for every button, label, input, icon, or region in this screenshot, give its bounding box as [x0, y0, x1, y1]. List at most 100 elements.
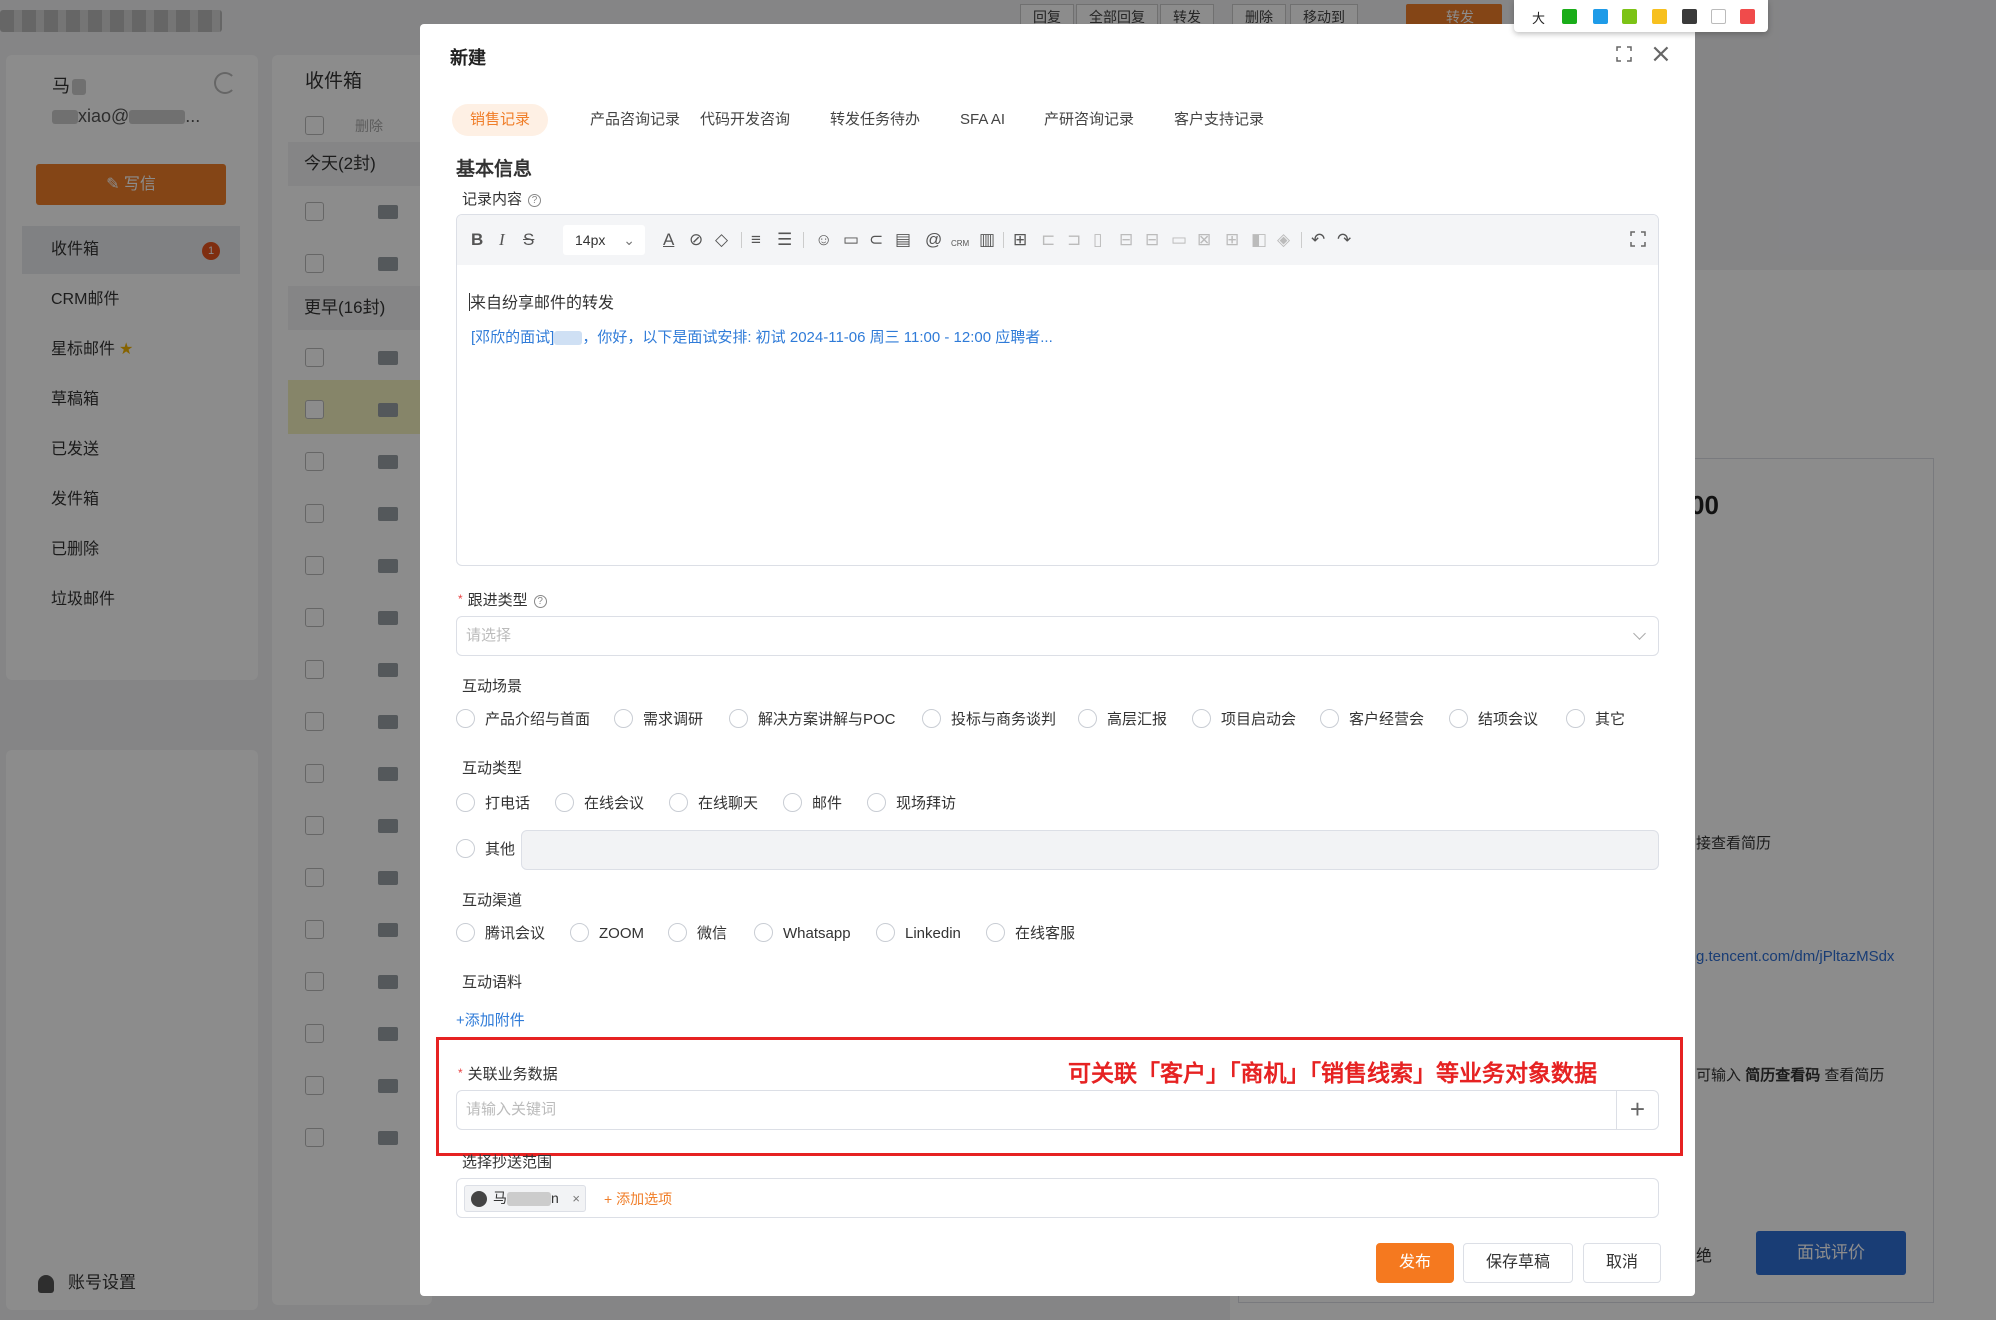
bold-icon[interactable]: B	[471, 231, 483, 249]
related-data-label: * 关联业务数据	[458, 1066, 558, 1083]
image-icon[interactable]: ▭	[843, 231, 859, 249]
table-insert-col-right-icon[interactable]: ⊐	[1067, 231, 1081, 249]
cancel-button[interactable]: 取消	[1583, 1243, 1661, 1283]
add-option-link[interactable]: + 添加选项	[604, 1189, 672, 1209]
interaction-type-option-label: 在线聊天	[698, 795, 759, 812]
scene-option[interactable]: 项目启动会	[1192, 709, 1296, 731]
interaction-type-option[interactable]: 邮件	[783, 793, 842, 815]
channel-option[interactable]: ZOOM	[570, 923, 644, 945]
interaction-type-option[interactable]: 现场拜访	[867, 793, 956, 815]
scene-option-label: 结项会议	[1478, 711, 1539, 728]
italic-icon[interactable]: I	[499, 231, 505, 249]
channel-option[interactable]: Whatsapp	[754, 923, 851, 945]
embed-icon[interactable]: ▤	[895, 231, 911, 249]
other-input[interactable]	[521, 830, 1659, 870]
remove-chip-icon[interactable]: ×	[572, 1186, 580, 1211]
strikethrough-icon[interactable]: S	[523, 231, 534, 249]
mention-icon[interactable]: @	[925, 231, 942, 249]
forwarded-mail-link[interactable]: [邓欣的面试] ，你好，以下是面试安排: 初试 2024-11-06 周三 11:…	[471, 326, 1053, 347]
table-insert-row-below-icon[interactable]: ⊟	[1145, 231, 1159, 249]
editor-toolbar: B I S 14px ⌄ A ⊘ ◇ ≡ ☰ ☺ ▭ ⊂ ▤ @ CRM ▥ ⊞ …	[457, 215, 1658, 265]
font-size-large-label[interactable]: 大	[1532, 8, 1545, 27]
fullscreen-icon[interactable]	[1616, 46, 1632, 62]
channel-option[interactable]: Linkedin	[876, 923, 961, 945]
eraser-icon[interactable]: ◇	[715, 231, 728, 249]
interaction-type-option[interactable]: 打电话	[456, 793, 530, 815]
font-size-select[interactable]: 14px ⌄	[563, 225, 645, 255]
tab-code-dev-inquiry[interactable]: 代码开发咨询	[700, 104, 790, 136]
related-data-input[interactable]: 请输入关键词 +	[456, 1090, 1659, 1130]
color-swatch-green[interactable]	[1562, 9, 1577, 24]
channel-option[interactable]: 腾讯会议	[456, 923, 545, 945]
table-delete-col-icon[interactable]: ▯	[1093, 231, 1102, 249]
scene-option[interactable]: 产品介绍与首面	[456, 709, 590, 731]
undo-icon[interactable]: ↶	[1311, 231, 1325, 249]
help-icon[interactable]: ?	[533, 595, 547, 608]
channel-option-label: Whatsapp	[783, 925, 851, 942]
scene-option-label: 客户经营会	[1349, 711, 1425, 728]
scene-option[interactable]: 需求调研	[614, 709, 703, 731]
attachment-icon[interactable]: ⊂	[869, 231, 883, 249]
annotation-text: 可关联「客户」「商机」「销售线索」等业务对象数据	[1068, 1060, 1597, 1086]
editor-fullscreen-icon[interactable]	[1630, 231, 1646, 247]
table-icon[interactable]: ⊞	[1013, 231, 1027, 249]
redo-icon[interactable]: ↷	[1337, 231, 1351, 249]
scene-option-label: 项目启动会	[1221, 711, 1297, 728]
interaction-type-option[interactable]: 在线会议	[555, 793, 644, 815]
follow-type-select[interactable]: 请选择	[456, 616, 1659, 656]
scene-option[interactable]: 高层汇报	[1078, 709, 1167, 731]
cc-chip[interactable]: 马 n ×	[464, 1185, 586, 1212]
numbered-list-icon[interactable]: ☰	[777, 231, 792, 249]
radio-circle	[1192, 709, 1211, 728]
radio-circle	[1566, 709, 1585, 728]
interaction-type-option[interactable]: 在线聊天	[669, 793, 758, 815]
tab-forward-task[interactable]: 转发任务待办	[830, 104, 920, 136]
format-painter-icon[interactable]: ◈	[1277, 231, 1290, 249]
save-draft-button[interactable]: 保存草稿	[1463, 1243, 1573, 1283]
font-color-icon[interactable]: A	[663, 231, 674, 249]
scene-option-label: 解决方案讲解与POC	[758, 711, 896, 728]
chart-icon[interactable]: ▥	[979, 231, 995, 249]
tab-rnd-inquiry[interactable]: 产研咨询记录	[1044, 104, 1134, 136]
scene-option[interactable]: 解决方案讲解与POC	[729, 709, 896, 731]
publish-button[interactable]: 发布	[1376, 1243, 1454, 1283]
scene-option[interactable]: 结项会议	[1449, 709, 1538, 731]
table-delete-row-icon[interactable]: ▭	[1171, 231, 1187, 249]
channel-label: 互动渠道	[462, 892, 523, 909]
interaction-type-label: 互动类型	[462, 760, 523, 777]
close-icon[interactable]: ×	[1650, 41, 1672, 67]
table-insert-col-icon[interactable]: ⊏	[1041, 231, 1055, 249]
radio-circle	[669, 793, 688, 812]
scene-option[interactable]: 其它	[1566, 709, 1625, 731]
color-swatch-lime[interactable]	[1622, 9, 1637, 24]
color-swatch-yellow[interactable]	[1652, 9, 1667, 24]
bullet-list-icon[interactable]: ≡	[751, 231, 761, 249]
link-icon[interactable]: ⊘	[689, 231, 703, 249]
scene-option[interactable]: 投标与商务谈判	[922, 709, 1056, 731]
cc-selector[interactable]: 马 n × + 添加选项	[456, 1178, 1659, 1218]
table-merge-icon[interactable]: ◧	[1251, 231, 1267, 249]
rich-text-editor[interactable]: B I S 14px ⌄ A ⊘ ◇ ≡ ☰ ☺ ▭ ⊂ ▤ @ CRM ▥ ⊞ …	[456, 214, 1659, 566]
add-attachment-link[interactable]: +添加附件	[456, 1009, 525, 1030]
channel-option[interactable]: 微信	[668, 923, 727, 945]
table-header-icon[interactable]: ⊞	[1225, 231, 1239, 249]
radio-other[interactable]: 其他	[456, 839, 515, 861]
color-swatch-blue[interactable]	[1593, 9, 1608, 24]
add-related-button[interactable]: +	[1616, 1091, 1658, 1129]
emoji-icon[interactable]: ☺	[815, 231, 832, 249]
new-record-modal: 新建 × 销售记录 产品咨询记录 代码开发咨询 转发任务待办 SFA AI 产研…	[420, 24, 1695, 1296]
channel-option[interactable]: 在线客服	[986, 923, 1075, 945]
crm-icon[interactable]: CRM	[951, 235, 969, 253]
tab-product-inquiry[interactable]: 产品咨询记录	[590, 104, 680, 136]
tab-customer-support[interactable]: 客户支持记录	[1174, 104, 1264, 136]
table-delete-icon[interactable]: ⊠	[1197, 231, 1211, 249]
radio-circle	[729, 709, 748, 728]
color-swatch-black[interactable]	[1682, 9, 1697, 24]
tab-sfa-ai[interactable]: SFA AI	[960, 104, 1005, 136]
help-icon[interactable]: ?	[528, 194, 542, 207]
scene-option[interactable]: 客户经营会	[1320, 709, 1424, 731]
table-insert-row-icon[interactable]: ⊟	[1119, 231, 1133, 249]
tab-sales-record[interactable]: 销售记录	[452, 104, 549, 136]
color-swatch-white[interactable]	[1711, 9, 1726, 24]
color-swatch-red[interactable]	[1740, 9, 1755, 24]
